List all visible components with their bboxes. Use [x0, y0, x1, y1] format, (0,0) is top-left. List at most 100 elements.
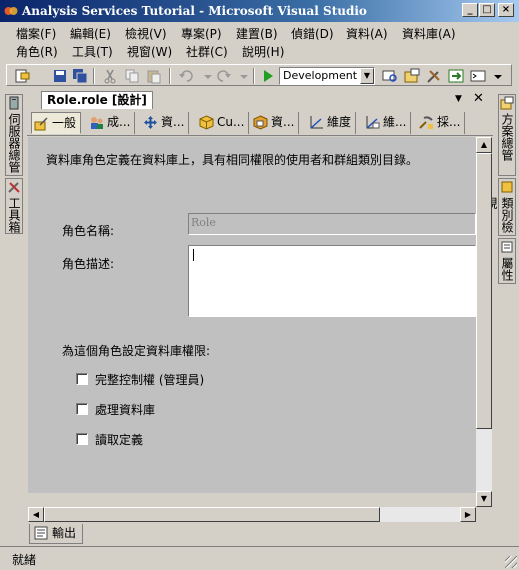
- vertical-scrollbar[interactable]: ▲ ▼: [476, 137, 492, 507]
- menu-bar: 檔案(F) 編輯(E) 檢視(V) 專案(P) 建置(B) 偵錯(D) 資料(A…: [0, 22, 519, 62]
- menu-edit[interactable]: 編輯(E): [70, 25, 111, 43]
- tab-cubes-label: Cu...: [217, 115, 245, 129]
- process-database-label: 處理資料庫: [95, 403, 156, 417]
- toolbox-label: 工具箱: [7, 197, 21, 233]
- menu-community[interactable]: 社群(C): [186, 43, 228, 61]
- menu-database[interactable]: 資料庫(A): [402, 25, 456, 43]
- cell-data-icon: [253, 115, 268, 130]
- cut-icon[interactable]: [101, 67, 119, 85]
- menu-view[interactable]: 檢視(V): [125, 25, 167, 43]
- class-view-tab[interactable]: 類別檢視: [484, 178, 516, 236]
- redo-dropdown-icon[interactable]: [235, 67, 253, 85]
- output-icon: [34, 526, 48, 540]
- title-bar: Analysis Services Tutorial - Microsoft V…: [0, 0, 519, 22]
- scroll-left-icon[interactable]: ◀: [28, 507, 44, 522]
- menu-debug[interactable]: 偵錯(D): [291, 25, 334, 43]
- copy-icon[interactable]: [123, 67, 141, 85]
- role-description-text: 資料庫角色定義在資料庫上，具有相同權限的使用者和群組類別目錄。: [46, 153, 419, 167]
- solution-explorer-icon[interactable]: [403, 67, 421, 85]
- standard-toolbar: Development ▼: [6, 64, 512, 86]
- tab-cubes[interactable]: Cu...: [197, 112, 250, 134]
- tab-membership[interactable]: 成...: [87, 112, 136, 134]
- read-definition-label: 讀取定義: [95, 433, 144, 447]
- solution-explorer-tab[interactable]: 方案總管: [498, 94, 516, 176]
- close-document-icon[interactable]: ✕: [473, 91, 484, 106]
- document-tab-role[interactable]: Role.role [設計]: [41, 91, 153, 109]
- command-window-icon[interactable]: [469, 67, 487, 85]
- dimensions-icon: [310, 116, 323, 129]
- properties-tab[interactable]: 屬性: [498, 238, 516, 284]
- role-name-field[interactable]: Role: [188, 213, 476, 235]
- tab-data-sources-label: 資...: [161, 115, 185, 129]
- find-icon[interactable]: [381, 67, 399, 85]
- status-bar: 就緒: [0, 546, 519, 570]
- right-tool-strip: 方案總管 類別檢視 屬性: [484, 92, 518, 522]
- undo-icon[interactable]: [177, 67, 195, 85]
- scroll-down-icon[interactable]: ▼: [476, 491, 492, 507]
- save-icon[interactable]: [51, 67, 69, 85]
- tab-general[interactable]: 一般: [31, 112, 82, 134]
- toolbar-options-icon[interactable]: [489, 67, 507, 85]
- start-debugging-icon[interactable]: [259, 67, 277, 85]
- paste-icon[interactable]: [145, 67, 163, 85]
- save-all-icon[interactable]: [71, 67, 89, 85]
- process-database-checkbox[interactable]: [76, 403, 88, 415]
- menu-project[interactable]: 專案(P): [181, 25, 222, 43]
- object-browser-icon[interactable]: [447, 67, 465, 85]
- menu-data[interactable]: 資料(A): [346, 25, 388, 43]
- window-position-icon[interactable]: ▼: [455, 94, 462, 104]
- window-title: Analysis Services Tutorial - Microsoft V…: [22, 4, 367, 18]
- toolbox-icon: [8, 182, 20, 193]
- resize-grip-icon[interactable]: [505, 556, 517, 568]
- properties-label: 屬性: [500, 257, 514, 281]
- scroll-up-icon[interactable]: ▲: [476, 137, 492, 153]
- menu-file[interactable]: 檔案(F): [16, 25, 56, 43]
- status-text: 就緒: [12, 553, 37, 567]
- tab-cell-data[interactable]: 資...: [251, 112, 300, 134]
- solution-configuration-select[interactable]: Development ▼: [279, 67, 375, 85]
- new-project-icon[interactable]: [13, 67, 31, 85]
- general-icon: [34, 117, 48, 131]
- tab-mining-structures[interactable]: 採...: [417, 112, 466, 134]
- menu-build[interactable]: 建置(B): [236, 25, 278, 43]
- toolbox-tab[interactable]: 工具箱: [5, 178, 23, 234]
- horizontal-scroll-thumb[interactable]: [44, 507, 380, 522]
- cubes-icon: [199, 115, 214, 130]
- role-designer-tabs: 一般 成... 資... Cu... 資... 維度 維... 採...: [27, 110, 493, 136]
- output-tab-label: 輸出: [52, 526, 77, 540]
- bottom-tool-tabs: 輸出: [27, 524, 493, 546]
- menu-window[interactable]: 視窗(W): [127, 43, 172, 61]
- data-sources-icon: [144, 116, 157, 129]
- vertical-scroll-thumb[interactable]: [476, 153, 492, 429]
- maximize-button[interactable]: □: [479, 3, 495, 17]
- tab-dimension-data[interactable]: 維...: [363, 112, 412, 134]
- redo-icon[interactable]: [215, 67, 233, 85]
- tab-membership-label: 成...: [107, 115, 131, 129]
- dimension-data-icon: [366, 116, 380, 129]
- close-window-button[interactable]: ×: [498, 3, 514, 17]
- toolbar-separator: [93, 68, 95, 84]
- output-tab[interactable]: 輸出: [29, 524, 84, 544]
- role-name-label: 角色名稱:: [62, 224, 115, 238]
- server-explorer-label: 伺服器總管: [7, 113, 21, 173]
- tab-data-sources[interactable]: 資...: [141, 112, 190, 134]
- menu-help[interactable]: 說明(H): [242, 43, 284, 61]
- minimize-button[interactable]: _: [462, 3, 478, 17]
- role-description-field[interactable]: [188, 245, 476, 317]
- mining-structures-icon: [419, 116, 433, 129]
- menu-tools[interactable]: 工具(T): [72, 43, 113, 61]
- full-control-label: 完整控制權 (管理員): [95, 373, 205, 387]
- role-description-label: 角色描述:: [62, 257, 115, 271]
- server-explorer-tab[interactable]: 伺服器總管: [5, 94, 23, 176]
- tab-general-label: 一般: [52, 116, 77, 130]
- chevron-down-icon[interactable]: ▼: [360, 68, 374, 84]
- scroll-right-icon[interactable]: ▶: [460, 507, 476, 522]
- read-definition-checkbox[interactable]: [76, 433, 88, 445]
- tab-dimensions[interactable]: 維度: [307, 112, 357, 134]
- class-view-icon: [501, 181, 513, 193]
- menu-role[interactable]: 角色(R): [16, 43, 58, 61]
- full-control-checkbox[interactable]: [76, 373, 88, 385]
- visual-studio-icon: [4, 7, 18, 15]
- horizontal-scrollbar[interactable]: ◀ ▶: [28, 507, 476, 522]
- properties-icon[interactable]: [425, 67, 443, 85]
